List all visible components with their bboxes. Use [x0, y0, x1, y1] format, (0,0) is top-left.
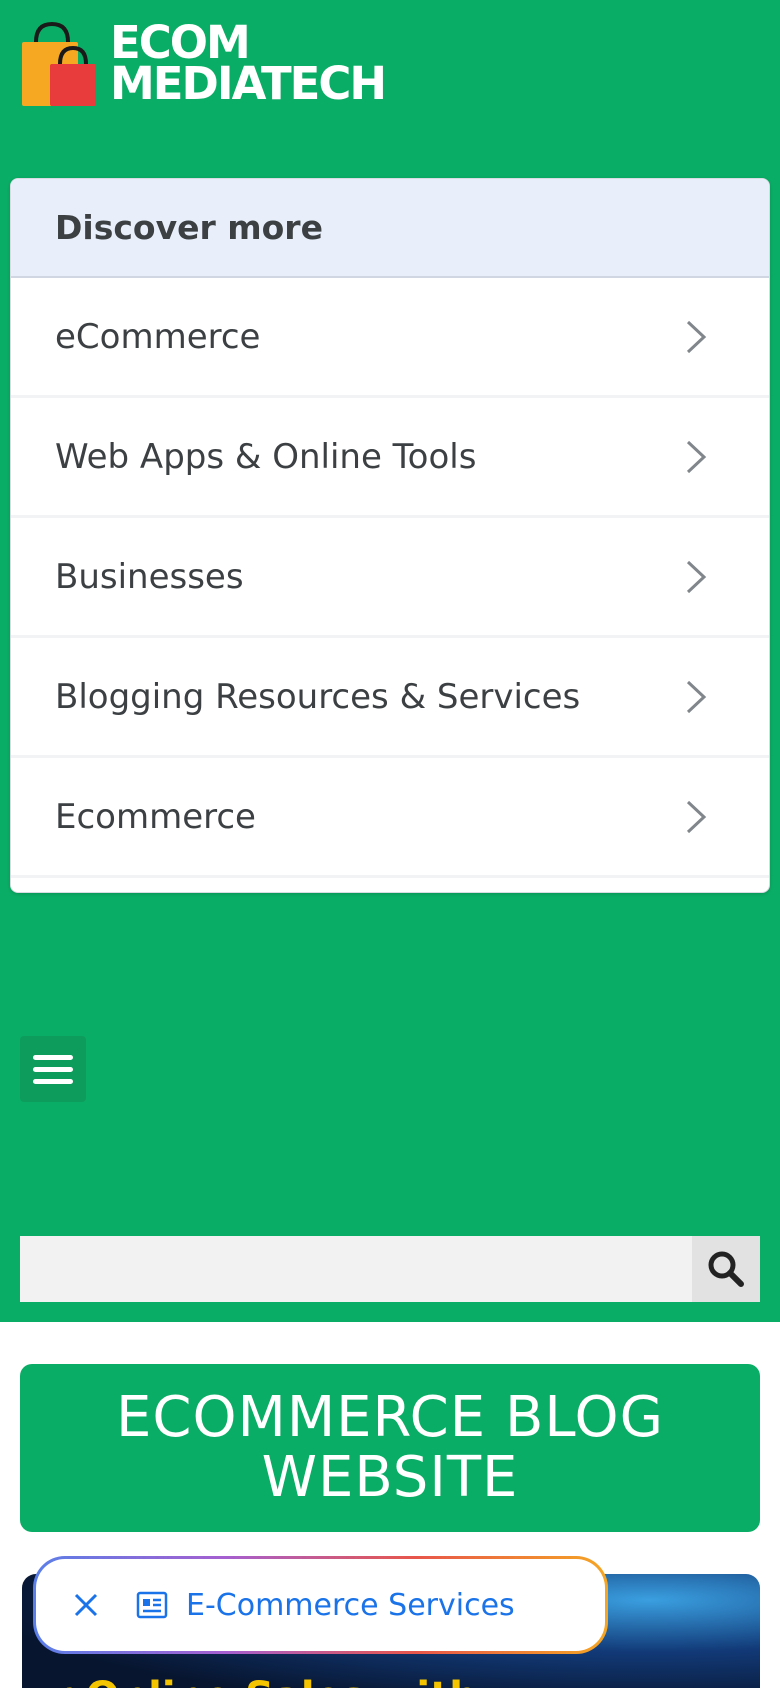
discover-item-businesses[interactable]: Businesses	[11, 518, 769, 638]
search-button[interactable]	[692, 1236, 760, 1302]
discover-item-ecommerce[interactable]: eCommerce	[11, 278, 769, 398]
discover-item-label: Ecommerce	[55, 796, 256, 837]
chevron-right-icon	[683, 319, 709, 355]
blog-title-banner: ECOMMERCE BLOG WEBSITE	[20, 1364, 760, 1532]
discover-more-panel: Discover more eCommerce Web Apps & Onlin…	[10, 178, 770, 893]
discover-item-web-apps[interactable]: Web Apps & Online Tools	[11, 398, 769, 518]
close-icon[interactable]	[66, 1585, 106, 1625]
article-icon	[136, 1589, 172, 1621]
discover-item-ecommerce-2[interactable]: Ecommerce	[11, 758, 769, 878]
featured-post-image-caption: r Online Sales with	[52, 1674, 478, 1688]
chevron-right-icon	[683, 799, 709, 835]
search-input[interactable]	[20, 1236, 692, 1302]
search-icon	[708, 1251, 744, 1287]
search-bar	[20, 1236, 760, 1302]
site-logo[interactable]: ECOM MEDIATECH	[20, 20, 387, 106]
site-header: ECOM MEDIATECH Discover more eCommerce W…	[0, 0, 780, 1322]
discover-item-label: eCommerce	[55, 316, 261, 357]
chevron-right-icon	[683, 679, 709, 715]
shopping-bags-icon	[22, 21, 96, 106]
logo-line-2: MEDIATECH	[110, 57, 387, 110]
discover-more-title: Discover more	[11, 179, 769, 278]
discover-item-blogging[interactable]: Blogging Resources & Services	[11, 638, 769, 758]
logo-wordmark: ECOM MEDIATECH	[110, 20, 387, 110]
chevron-right-icon	[683, 559, 709, 595]
hamburger-menu-icon[interactable]	[20, 1036, 86, 1102]
ecommerce-services-chip[interactable]: E-Commerce Services	[33, 1556, 608, 1654]
discover-item-label: Blogging Resources & Services	[55, 676, 581, 717]
chip-label: E-Commerce Services	[186, 1587, 515, 1623]
chevron-right-icon	[683, 439, 709, 475]
discover-item-label: Businesses	[55, 556, 244, 597]
discover-item-label: Web Apps & Online Tools	[55, 436, 477, 477]
